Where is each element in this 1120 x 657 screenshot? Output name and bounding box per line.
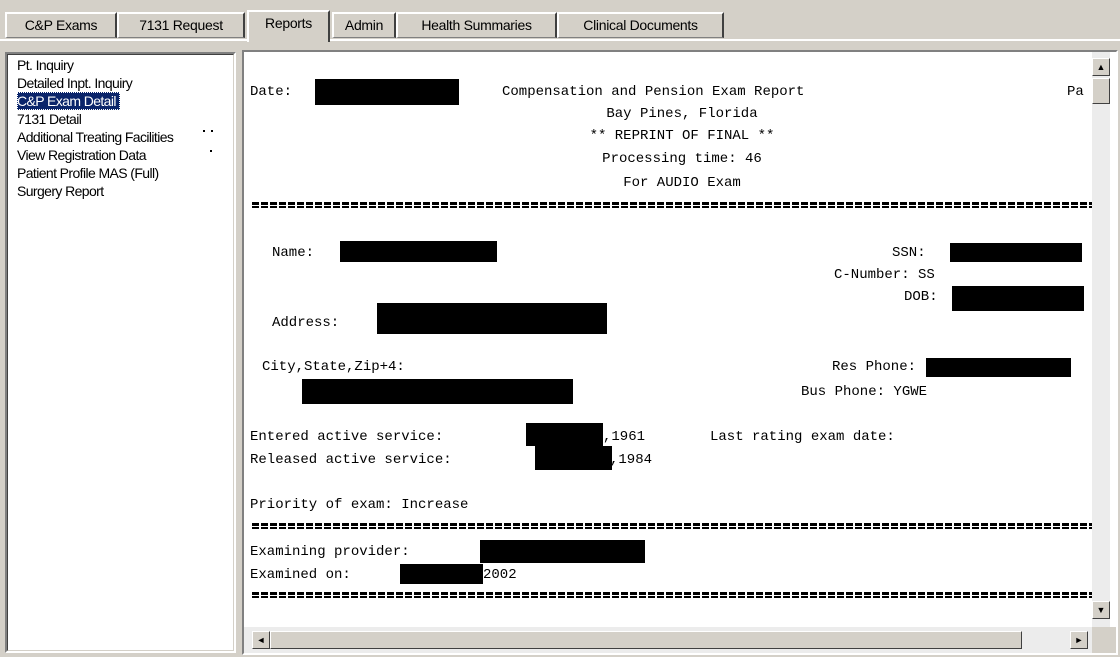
report-location: Bay Pines, Florida xyxy=(606,106,758,122)
tab-clinical-documents[interactable]: Clinical Documents xyxy=(557,12,724,38)
redaction-address xyxy=(377,303,607,334)
report-list[interactable]: Pt. Inquiry Detailed Inpt. Inquiry C&P E… xyxy=(5,52,236,653)
artifact-speck xyxy=(203,130,205,132)
tab-strip: C&P Exams 7131 Request Reports Admin Hea… xyxy=(0,0,1120,42)
report-list-item-pt-inquiry[interactable]: Pt. Inquiry xyxy=(17,56,74,74)
scroll-up-arrow-icon[interactable]: ▲ xyxy=(1092,58,1110,76)
examining-provider-label: Examining provider: xyxy=(250,544,410,560)
report-viewer[interactable]: Date: Compensation and Pension Exam Repo… xyxy=(242,50,1118,655)
artifact-speck xyxy=(210,150,212,152)
report-list-item-cp-exam-detail[interactable]: C&P Exam Detail xyxy=(17,92,120,110)
redaction-date xyxy=(315,79,459,105)
redaction-res-phone xyxy=(926,358,1071,377)
report-list-item-surgery-report[interactable]: Surgery Report xyxy=(17,182,104,200)
priority-of-exam: Priority of exam: Increase xyxy=(250,497,469,513)
redaction-ssn xyxy=(950,243,1082,262)
separator-rule xyxy=(252,592,1092,598)
artifact-speck xyxy=(211,130,213,132)
entered-year: ,1961 xyxy=(603,429,646,445)
scroll-down-arrow-icon[interactable]: ▼ xyxy=(1092,601,1110,619)
horizontal-scroll-thumb[interactable] xyxy=(270,631,1022,649)
reprint-notice: ** REPRINT OF FINAL ** xyxy=(589,128,775,144)
entered-active-service-label: Entered active service: xyxy=(250,429,444,445)
report-title: Compensation and Pension Exam Report xyxy=(502,84,805,100)
name-label: Name: xyxy=(272,245,315,261)
page-label: Pa xyxy=(1067,84,1084,100)
res-phone-label: Res Phone: xyxy=(832,359,917,375)
examined-year: 2002 xyxy=(483,567,517,583)
separator-rule xyxy=(252,202,1092,208)
processing-time: Processing time: 46 xyxy=(602,151,762,167)
ssn-label: SSN: xyxy=(892,245,926,261)
tab-7131-request[interactable]: 7131 Request xyxy=(117,12,245,38)
released-year: ,1984 xyxy=(610,452,653,468)
redaction-city-state-zip xyxy=(302,379,573,404)
redaction-dob xyxy=(952,286,1084,311)
report-list-item-7131-detail[interactable]: 7131 Detail xyxy=(17,110,82,128)
tab-admin[interactable]: Admin xyxy=(332,12,396,38)
address-label: Address: xyxy=(272,315,340,331)
scroll-right-arrow-icon[interactable]: ► xyxy=(1070,631,1088,649)
dob-label: DOB: xyxy=(904,289,938,305)
tab-strip-divider xyxy=(0,39,1120,41)
bus-phone: Bus Phone: YGWE xyxy=(801,384,928,400)
exam-type: For AUDIO Exam xyxy=(623,175,741,191)
redaction-released-date xyxy=(535,446,612,470)
tab-health-summaries[interactable]: Health Summaries xyxy=(396,12,557,38)
c-number: C-Number: SS xyxy=(834,267,935,283)
scrollbar-corner xyxy=(1092,627,1116,653)
report-list-item-additional-treating-facilities[interactable]: Additional Treating Facilities xyxy=(17,128,174,146)
separator-rule xyxy=(252,523,1092,529)
tab-reports[interactable]: Reports xyxy=(247,10,330,42)
report-list-item-patient-profile-mas[interactable]: Patient Profile MAS (Full) xyxy=(17,164,159,182)
horizontal-scrollbar[interactable]: ◄ ► xyxy=(244,627,1092,653)
redaction-name xyxy=(340,241,497,262)
date-label: Date: xyxy=(250,84,293,100)
report-list-item-view-registration-data[interactable]: View Registration Data xyxy=(17,146,147,164)
vertical-scroll-thumb[interactable] xyxy=(1092,78,1110,104)
scroll-left-arrow-icon[interactable]: ◄ xyxy=(252,631,270,649)
redaction-provider xyxy=(480,540,645,563)
examined-on-label: Examined on: xyxy=(250,567,351,583)
redaction-exam-date xyxy=(400,564,483,584)
city-state-zip-label: City,State,Zip+4: xyxy=(262,359,405,375)
report-list-item-detailed-inpt-inquiry[interactable]: Detailed Inpt. Inquiry xyxy=(17,74,133,92)
vertical-scrollbar[interactable]: ▲ ▼ xyxy=(1092,52,1110,627)
released-active-service-label: Released active service: xyxy=(250,452,452,468)
last-rating-exam-label: Last rating exam date: xyxy=(710,429,895,445)
redaction-entered-date xyxy=(526,423,603,446)
tab-cp-exams[interactable]: C&P Exams xyxy=(5,12,117,38)
